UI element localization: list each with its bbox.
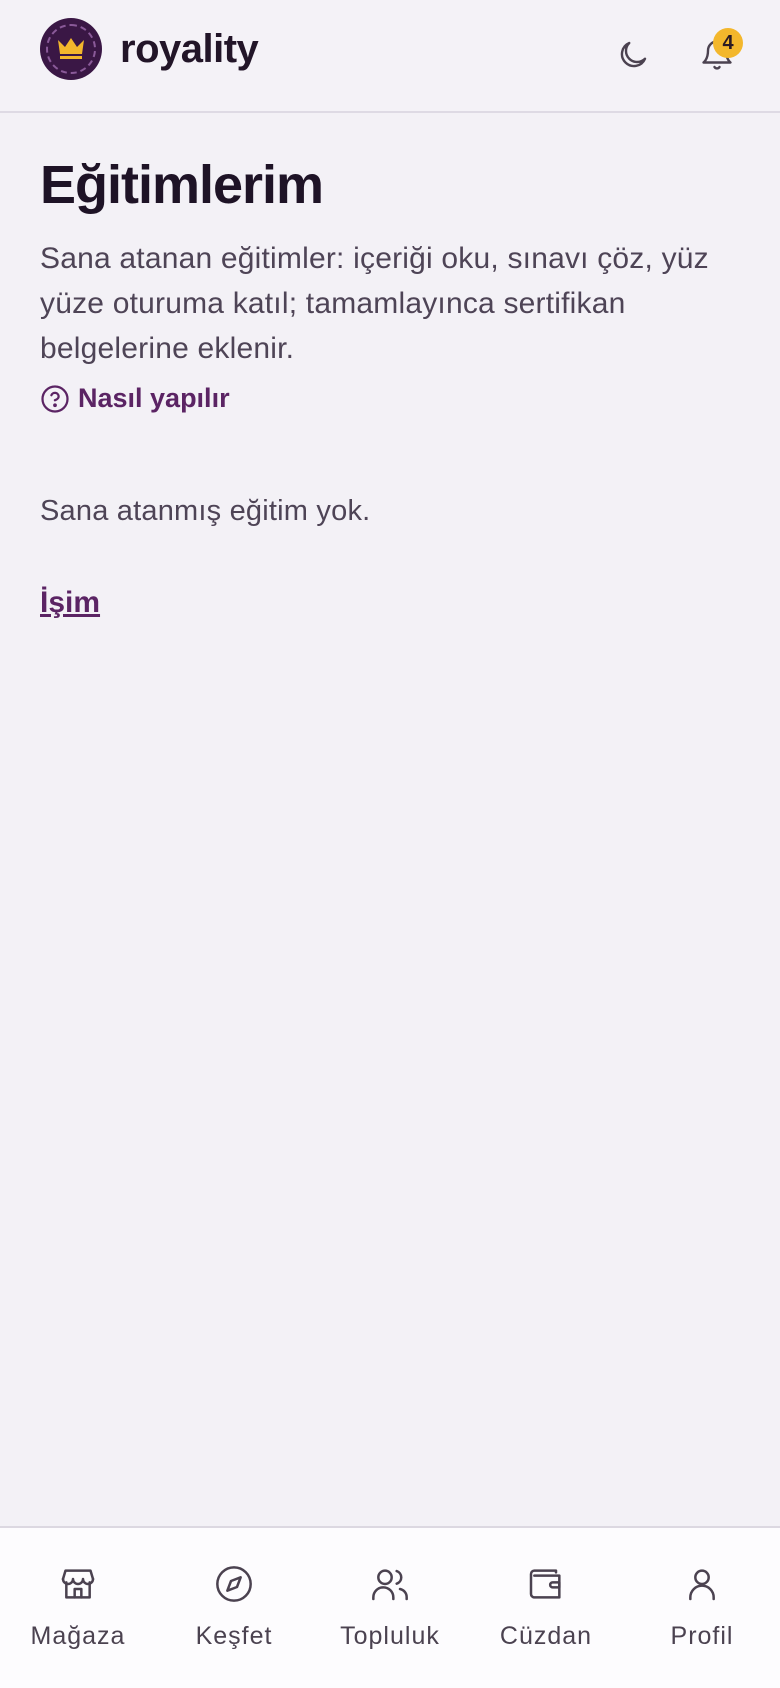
nav-item-community[interactable]: Topluluk [312, 1528, 468, 1688]
my-job-link[interactable]: İşim [40, 586, 100, 620]
nav-item-explore[interactable]: Keşfet [156, 1528, 312, 1688]
nav-label-explore: Keşfet [195, 1622, 273, 1650]
nav-item-wallet[interactable]: Cüzdan [468, 1528, 624, 1688]
nav-item-store[interactable]: Mağaza [0, 1528, 156, 1688]
brand-logo[interactable]: royality [40, 18, 259, 80]
nav-label-store: Mağaza [30, 1622, 126, 1650]
how-to-link[interactable]: Nasıl yapılır [40, 383, 740, 414]
wallet-icon [529, 1569, 561, 1599]
main-content: Eğitimlerim Sana atanan eğitimler: içeri… [40, 150, 740, 414]
empty-state-text: Sana atanmış eğitim yok. [40, 495, 371, 527]
store-icon [61, 1569, 95, 1599]
top-header: royality 4 [0, 0, 780, 113]
page-title: Eğitimlerim [40, 155, 324, 215]
help-circle-icon [41, 384, 69, 413]
app-screen: royality 4 Eğitimlerim Sana atanan eğiti… [0, 0, 780, 1688]
brand-name: royality [120, 27, 259, 71]
crown-logo-icon [40, 18, 102, 80]
nav-item-profile[interactable]: Profil [624, 1528, 780, 1688]
nav-label-community: Topluluk [340, 1622, 440, 1650]
users-icon [372, 1569, 408, 1601]
theme-toggle-button[interactable] [608, 30, 658, 80]
how-to-label: Nasıl yapılır [78, 383, 230, 413]
user-icon [689, 1569, 715, 1601]
nav-label-profile: Profil [670, 1622, 734, 1650]
compass-icon [216, 1566, 252, 1602]
moon-icon [620, 41, 647, 68]
page-description: Sana atanan eğitimler: içeriği oku, sına… [40, 242, 709, 365]
nav-label-wallet: Cüzdan [499, 1622, 593, 1650]
bottom-navigation: Mağaza Keşfet Topluluk Cüzdan Profil [0, 1526, 780, 1688]
notification-badge: 4 [713, 28, 743, 58]
